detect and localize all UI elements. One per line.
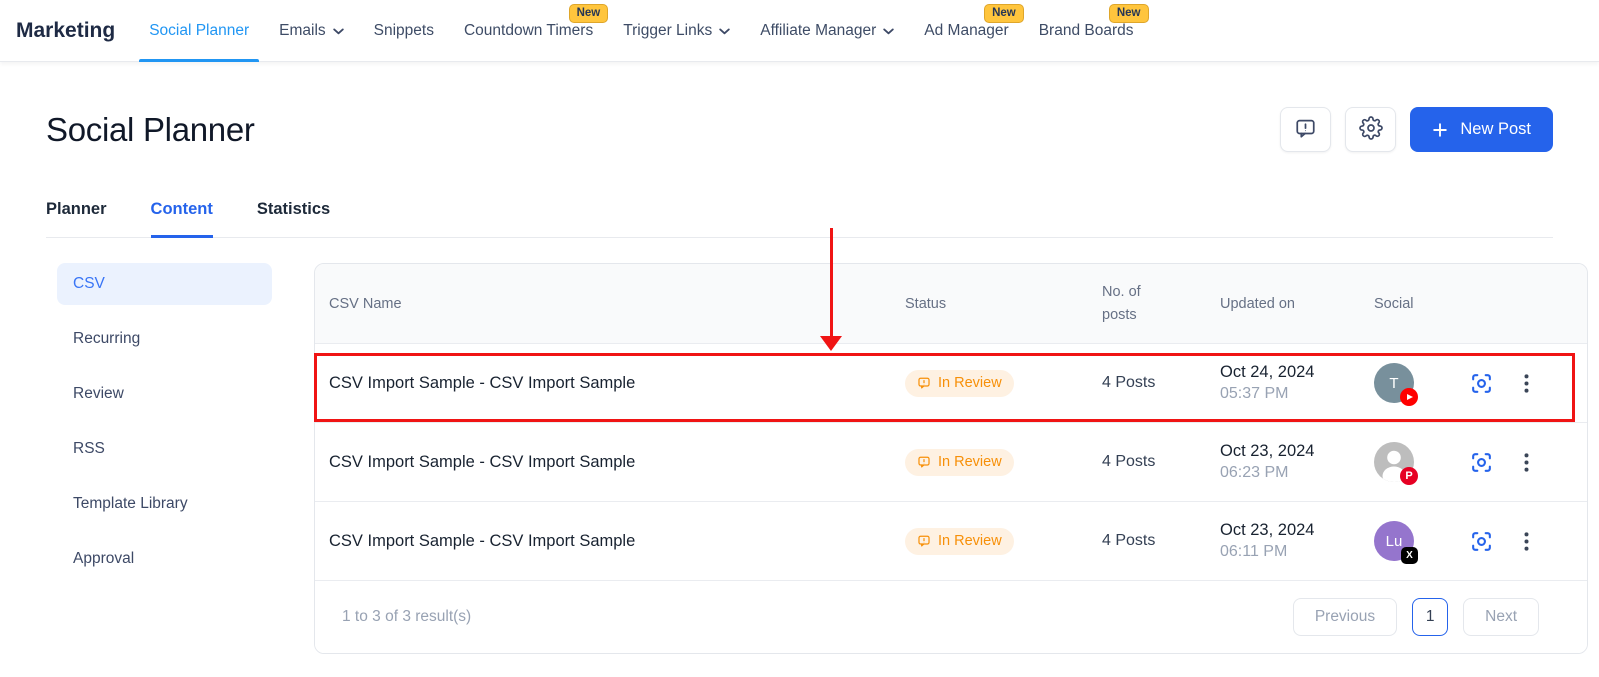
csv-name: CSV Import Sample - CSV Import Sample bbox=[329, 373, 636, 392]
focus-scan-icon bbox=[1472, 531, 1491, 551]
chevron-down-icon bbox=[332, 28, 344, 35]
page-title: Social Planner bbox=[46, 110, 255, 148]
focus-scan-icon bbox=[1472, 373, 1491, 393]
alert-bubble-icon bbox=[918, 377, 930, 389]
kebab-menu-icon bbox=[1524, 373, 1529, 393]
updated-on: Oct 23, 2024 06:23 PM bbox=[1220, 442, 1315, 481]
page-number-button[interactable]: 1 bbox=[1412, 598, 1449, 636]
previous-page-button[interactable]: Previous bbox=[1292, 598, 1398, 636]
preview-scan-button[interactable] bbox=[1469, 529, 1494, 554]
top-navigation: Marketing Social Planner Emails Snippets… bbox=[0, 0, 1599, 62]
tab-content[interactable]: Content bbox=[150, 200, 213, 238]
avatar: Lu X bbox=[1374, 521, 1418, 564]
focus-scan-icon bbox=[1472, 452, 1491, 472]
tab-statistics[interactable]: Statistics bbox=[257, 200, 330, 238]
row-menu-button[interactable] bbox=[1524, 531, 1529, 551]
chevron-down-icon bbox=[883, 28, 894, 35]
alert-bubble-icon bbox=[918, 456, 930, 468]
column-header-updated-on: Updated on bbox=[1220, 295, 1295, 312]
nav-item-label: Countdown Timers bbox=[463, 21, 594, 39]
alert-bubble-icon bbox=[918, 535, 930, 547]
sidebar-item-csv[interactable]: CSV bbox=[57, 263, 272, 305]
kebab-menu-icon bbox=[1524, 531, 1529, 551]
results-count: 1 to 3 of 3 result(s) bbox=[342, 608, 472, 625]
tab-planner[interactable]: Planner bbox=[46, 200, 107, 238]
preview-scan-button[interactable] bbox=[1469, 450, 1494, 475]
nav-item-affiliate-manager[interactable]: Affiliate Manager bbox=[760, 0, 894, 62]
updated-on: Oct 24, 2024 05:37 PM bbox=[1220, 363, 1315, 402]
avatar: P bbox=[1374, 442, 1418, 485]
nav-item-label: Social Planner bbox=[149, 21, 250, 39]
pagination: Previous 1 Next bbox=[1292, 598, 1539, 636]
content-sidebar: CSV Recurring Review RSS Template Librar… bbox=[57, 263, 272, 593]
table-row-csv-3[interactable]: CSV Import Sample - CSV Import Sample In… bbox=[315, 502, 1587, 581]
avatar: T bbox=[1374, 363, 1418, 406]
plus-icon bbox=[1432, 122, 1448, 138]
nav-item-snippets[interactable]: Snippets bbox=[374, 0, 434, 62]
nav-item-label: Affiliate Manager bbox=[760, 21, 877, 39]
column-header-csv-name: CSV Name bbox=[329, 295, 402, 312]
page-header: Social Planner New Post bbox=[46, 107, 1553, 152]
feedback-button[interactable] bbox=[1280, 107, 1332, 152]
updated-on: Oct 23, 2024 06:11 PM bbox=[1220, 521, 1315, 560]
column-header-no-of-posts: No. of posts bbox=[1102, 284, 1141, 323]
table-footer: 1 to 3 of 3 result(s) Previous 1 Next bbox=[315, 581, 1587, 653]
row-menu-button[interactable] bbox=[1524, 373, 1529, 393]
table-row-csv-1[interactable]: CSV Import Sample - CSV Import Sample In… bbox=[315, 344, 1587, 423]
preview-scan-button[interactable] bbox=[1469, 371, 1494, 396]
nav-item-label: Ad Manager bbox=[924, 21, 1009, 39]
posts-count: 4 Posts bbox=[1102, 532, 1156, 549]
nav-item-emails[interactable]: Emails bbox=[279, 0, 344, 62]
table-header-row: CSV Name Status No. of posts Updated on … bbox=[315, 264, 1587, 344]
feedback-bubble-icon bbox=[1294, 117, 1317, 143]
csv-name: CSV Import Sample - CSV Import Sample bbox=[329, 531, 636, 550]
posts-count: 4 Posts bbox=[1102, 374, 1156, 391]
csv-table-card: CSV Name Status No. of posts Updated on … bbox=[314, 263, 1588, 654]
chevron-down-icon bbox=[719, 28, 730, 35]
nav-item-social-planner[interactable]: Social Planner bbox=[139, 0, 260, 62]
sidebar-item-template-library[interactable]: Template Library bbox=[57, 483, 272, 525]
sidebar-item-approval[interactable]: Approval bbox=[57, 538, 272, 580]
kebab-menu-icon bbox=[1524, 452, 1529, 472]
new-badge: New bbox=[984, 3, 1024, 23]
posts-count: 4 Posts bbox=[1102, 453, 1156, 470]
column-header-status: Status bbox=[905, 295, 947, 312]
pinterest-icon: P bbox=[1400, 467, 1418, 485]
nav-item-label: Brand Boards bbox=[1038, 21, 1134, 39]
main-area: CSV Recurring Review RSS Template Librar… bbox=[0, 263, 1599, 654]
status-badge: In Review bbox=[905, 448, 1014, 476]
x-twitter-icon: X bbox=[1401, 547, 1418, 564]
status-badge: In Review bbox=[905, 527, 1014, 555]
nav-item-label: Trigger Links bbox=[623, 21, 713, 39]
status-badge: In Review bbox=[905, 369, 1014, 397]
csv-name: CSV Import Sample - CSV Import Sample bbox=[329, 452, 636, 471]
nav-item-brand-boards[interactable]: Brand Boards New bbox=[1038, 0, 1149, 62]
sidebar-item-recurring[interactable]: Recurring bbox=[57, 318, 272, 360]
new-badge: New bbox=[568, 3, 609, 23]
sidebar-item-review[interactable]: Review bbox=[57, 373, 272, 415]
header-actions: New Post bbox=[1280, 107, 1553, 152]
youtube-icon bbox=[1400, 388, 1418, 406]
nav-item-label: Snippets bbox=[373, 21, 434, 39]
content-tabs: Planner Content Statistics bbox=[46, 200, 1553, 238]
row-menu-button[interactable] bbox=[1524, 452, 1529, 472]
nav-item-trigger-links[interactable]: Trigger Links bbox=[623, 0, 730, 62]
new-post-label: New Post bbox=[1460, 120, 1531, 138]
nav-item-label: Emails bbox=[279, 21, 326, 39]
column-header-social: Social bbox=[1374, 295, 1414, 312]
settings-button[interactable] bbox=[1345, 107, 1397, 152]
nav-brand-marketing: Marketing bbox=[16, 18, 116, 42]
gear-icon bbox=[1359, 116, 1383, 143]
new-post-button[interactable]: New Post bbox=[1410, 107, 1553, 152]
nav-item-ad-manager[interactable]: Ad Manager New bbox=[924, 0, 1024, 62]
table-row-csv-2[interactable]: CSV Import Sample - CSV Import Sample In… bbox=[315, 423, 1587, 502]
next-page-button[interactable]: Next bbox=[1463, 598, 1539, 636]
nav-item-countdown-timers[interactable]: Countdown Timers New bbox=[463, 0, 609, 62]
sidebar-item-rss[interactable]: RSS bbox=[57, 428, 272, 470]
new-badge: New bbox=[1108, 3, 1149, 23]
